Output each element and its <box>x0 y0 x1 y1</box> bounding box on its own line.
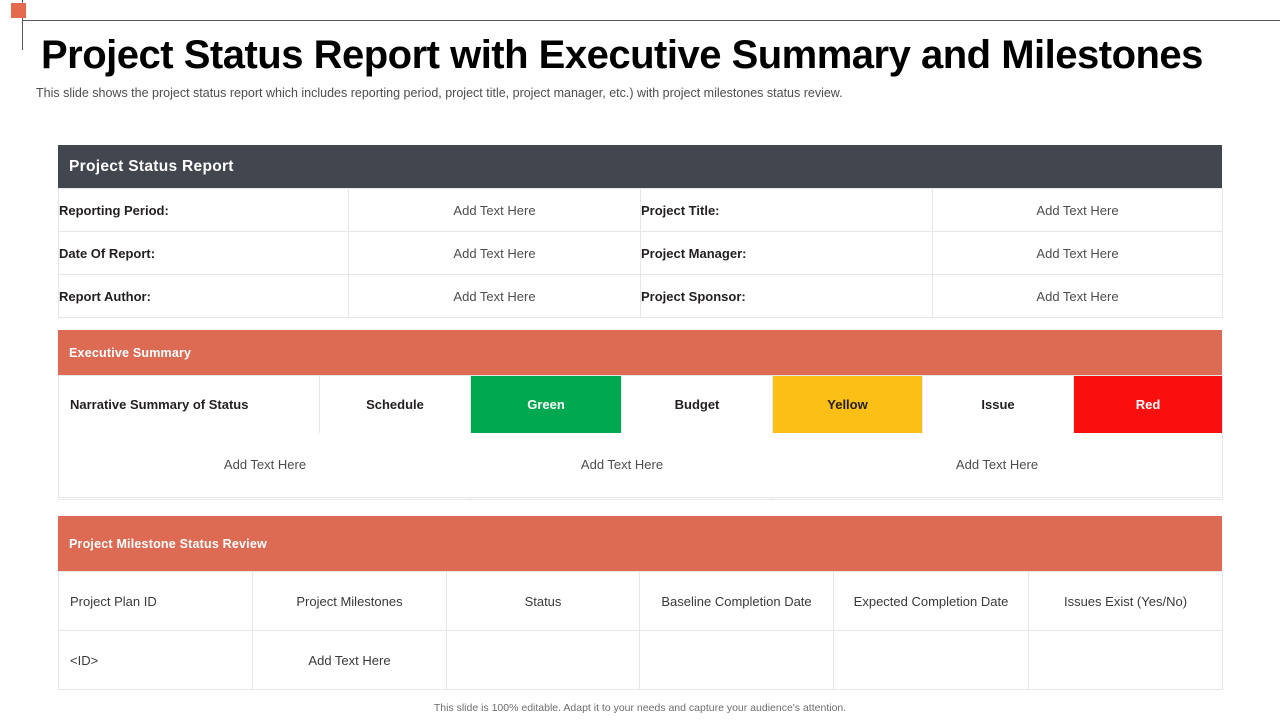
cell-project-plan-id[interactable]: <ID> <box>58 630 253 690</box>
project-title-value[interactable]: Add Text Here <box>932 188 1223 232</box>
column-header-status: Status <box>446 571 640 631</box>
project-manager-label: Project Manager: <box>640 231 933 275</box>
status-badge-yellow[interactable]: Yellow <box>772 375 923 434</box>
reporting-period-value[interactable]: Add Text Here <box>348 188 641 232</box>
section-header-executive-summary: Executive Summary <box>58 330 1222 375</box>
table-header-row: Project Plan ID Project Milestones Statu… <box>58 571 1223 631</box>
status-badge-green[interactable]: Green <box>470 375 622 434</box>
exec-note-3-text[interactable]: Add Text Here <box>773 433 1221 496</box>
report-author-label: Report Author: <box>58 274 349 318</box>
column-header-baseline-completion-date: Baseline Completion Date <box>639 571 834 631</box>
column-header-project-milestones: Project Milestones <box>252 571 447 631</box>
issue-label: Issue <box>922 375 1074 434</box>
cell-issues-exist[interactable] <box>1028 630 1223 690</box>
section-header-milestone-status-review: Project Milestone Status Review <box>58 516 1222 571</box>
cell-baseline-completion-date[interactable] <box>639 630 834 690</box>
page-subtitle: This slide shows the project status repo… <box>36 86 843 100</box>
cell-project-milestones[interactable]: Add Text Here <box>252 630 447 690</box>
section-title-text: Project Status Report <box>69 157 234 175</box>
top-rule <box>22 20 1280 21</box>
table-row: Date Of Report: Add Text Here Project Ma… <box>58 231 1223 275</box>
project-sponsor-label: Project Sponsor: <box>640 274 933 318</box>
exec-note-1-text[interactable]: Add Text Here <box>59 433 471 496</box>
narrative-summary-label: Narrative Summary of Status <box>58 375 320 434</box>
project-sponsor-value[interactable]: Add Text Here <box>932 274 1223 318</box>
project-title-label: Project Title: <box>640 188 933 232</box>
exec-note-2-text[interactable]: Add Text Here <box>471 433 773 496</box>
exec-notes-band: Add Text Here Add Text Here Add Text Her… <box>59 433 1221 498</box>
project-manager-value[interactable]: Add Text Here <box>932 231 1223 275</box>
section-header-project-status-report: Project Status Report <box>58 145 1222 188</box>
date-of-report-label: Date Of Report: <box>58 231 349 275</box>
column-header-expected-completion-date: Expected Completion Date <box>833 571 1029 631</box>
project-status-report-table: Reporting Period: Add Text Here Project … <box>58 188 1223 318</box>
page-title: Project Status Report with Executive Sum… <box>41 33 1203 77</box>
budget-label: Budget <box>621 375 773 434</box>
cell-status[interactable] <box>446 630 640 690</box>
section-title-text: Project Milestone Status Review <box>69 536 267 551</box>
date-of-report-value[interactable]: Add Text Here <box>348 231 641 275</box>
section-title-text: Executive Summary <box>69 345 192 360</box>
reporting-period-label: Reporting Period: <box>58 188 349 232</box>
table-row-status-legend: Narrative Summary of Status Schedule Gre… <box>58 375 1223 434</box>
column-header-project-plan-id: Project Plan ID <box>58 571 253 631</box>
slide-footer-note: This slide is 100% editable. Adapt it to… <box>433 702 847 714</box>
cell-expected-completion-date[interactable] <box>833 630 1029 690</box>
table-row: <ID> Add Text Here <box>58 630 1223 690</box>
milestone-status-table: Project Plan ID Project Milestones Statu… <box>58 571 1223 690</box>
corner-square-marker <box>11 3 26 18</box>
status-badge-red[interactable]: Red <box>1073 375 1223 434</box>
table-row: Reporting Period: Add Text Here Project … <box>58 188 1223 232</box>
column-header-issues-exist: Issues Exist (Yes/No) <box>1028 571 1223 631</box>
table-row: Report Author: Add Text Here Project Spo… <box>58 274 1223 318</box>
report-author-value[interactable]: Add Text Here <box>348 274 641 318</box>
schedule-label: Schedule <box>319 375 471 434</box>
